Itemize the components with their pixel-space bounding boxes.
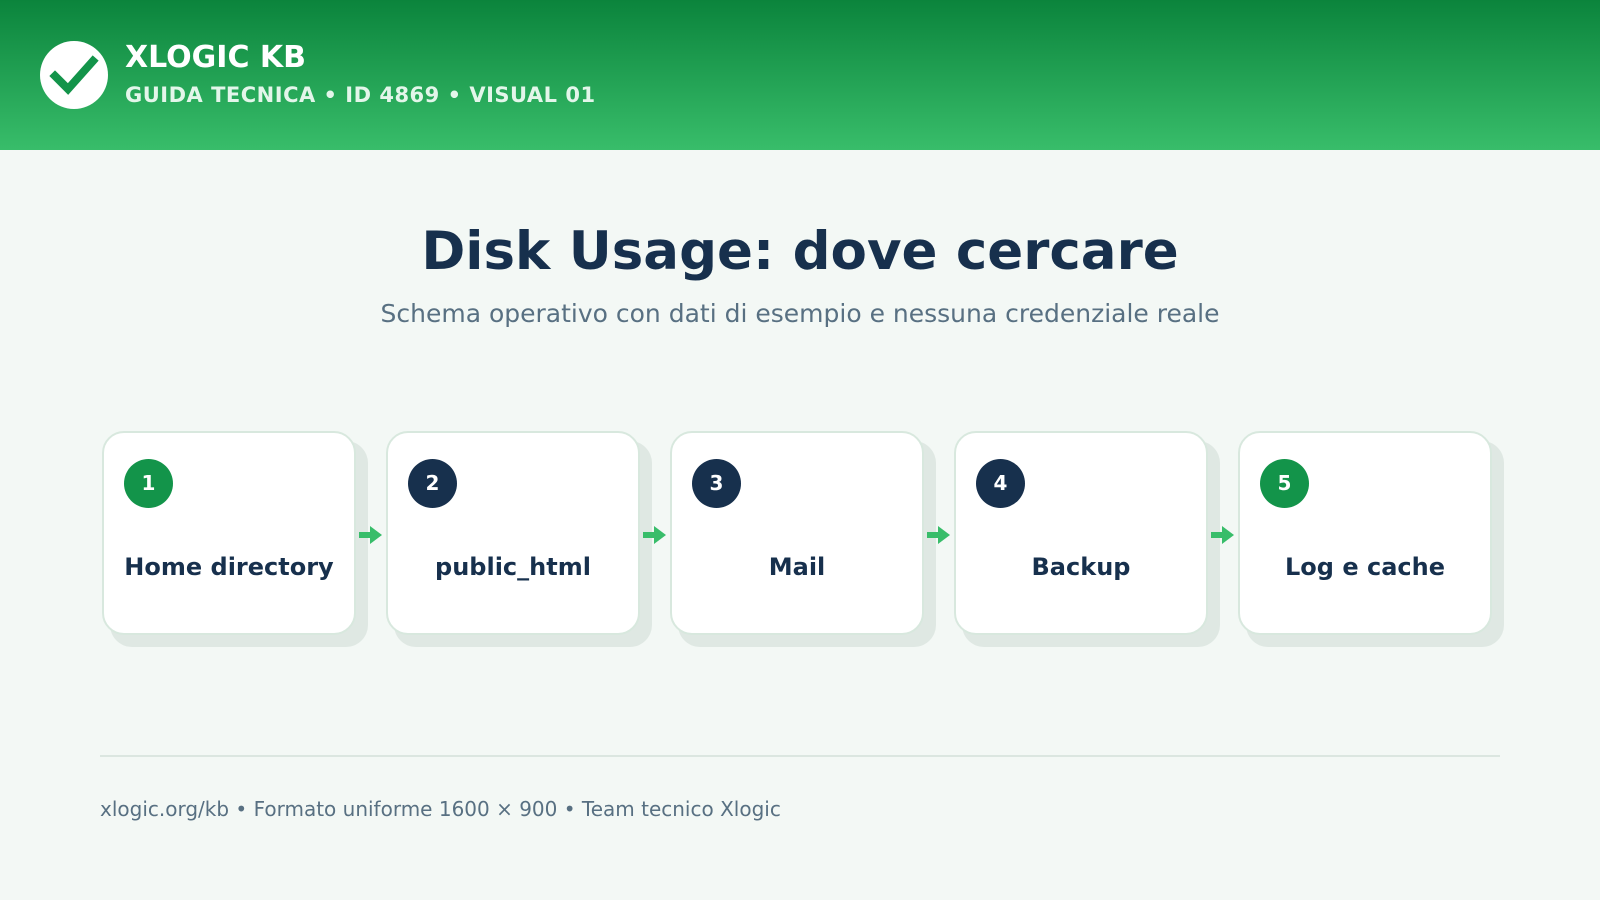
checkmark-icon — [49, 55, 99, 95]
arrow-right-icon — [643, 526, 666, 544]
page-subtitle: Schema operativo con dati di esempio e n… — [380, 299, 1220, 328]
step-label: Log e cache — [1285, 553, 1445, 581]
arrow-right-icon — [359, 526, 382, 544]
step-number-badge: 5 — [1260, 459, 1309, 508]
footer-text: xlogic.org/kb • Formato uniforme 1600 × … — [100, 797, 781, 821]
footer-divider — [100, 755, 1500, 757]
step-label: Home directory — [124, 553, 334, 581]
step-label: Backup — [1031, 553, 1131, 581]
step-card-3: 3 Mail — [670, 431, 924, 635]
step-card-4: 4 Backup — [954, 431, 1208, 635]
step-card-5: 5 Log e cache — [1238, 431, 1492, 635]
step-label: public_html — [435, 553, 591, 581]
logo — [40, 41, 108, 109]
arrow-right-icon — [927, 526, 950, 544]
header-banner: XLOGIC KB GUIDA TECNICA • ID 4869 • VISU… — [0, 0, 1600, 150]
page-title: Disk Usage: dove cercare — [421, 221, 1179, 282]
step-label: Mail — [768, 553, 826, 581]
step-number-badge: 2 — [408, 459, 457, 508]
step-card-2: 2 public_html — [386, 431, 640, 635]
brand-subtitle: GUIDA TECNICA • ID 4869 • VISUAL 01 — [125, 83, 596, 107]
step-number-badge: 1 — [124, 459, 173, 508]
step-number-badge: 4 — [976, 459, 1025, 508]
brand-name: XLOGIC KB — [125, 40, 307, 75]
step-card-1: 1 Home directory — [102, 431, 356, 635]
step-number-badge: 3 — [692, 459, 741, 508]
arrow-right-icon — [1211, 526, 1234, 544]
